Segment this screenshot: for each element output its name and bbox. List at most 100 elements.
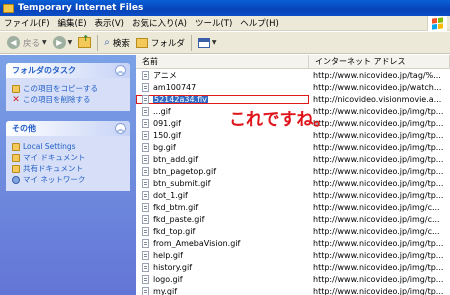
file-name-cell[interactable]: am100747 (136, 82, 309, 92)
network-icon (12, 175, 20, 184)
file-row[interactable]: 52142a34.flv http://nicovideo.visionmovie… (136, 93, 450, 105)
file-row[interactable]: btn_pagetop.gif http://www.nicovideo.jp/i… (136, 165, 450, 177)
file-name-cell[interactable]: fkd_top.gif (136, 226, 309, 236)
delete-icon: ✕ (12, 94, 20, 105)
file-name: help.gif (153, 250, 183, 260)
file-row[interactable]: 150.gif http://www.nicovideo.jp/img/tp... (136, 129, 450, 141)
menu-tools[interactable]: ツール(T) (191, 17, 236, 29)
file-name-cell[interactable]: logo.gif (136, 274, 309, 284)
folder-tasks-panel: フォルダのタスク ︽ この項目をコピーする ✕ この項目を削除する (6, 63, 130, 111)
file-name-cell[interactable]: fkd_paste.gif (136, 214, 309, 224)
file-row[interactable]: fkd_btm.gif http://www.nicovideo.jp/img/c… (136, 201, 450, 213)
file-address: http://www.nicovideo.jp/img/tp... (313, 190, 444, 200)
place-label: マイ ネットワーク (23, 175, 86, 184)
file-name-cell[interactable]: 150.gif (136, 130, 309, 140)
menu-bar: ファイル(F) 編集(E) 表示(V) お気に入り(A) ツール(T) ヘルプ(… (0, 16, 450, 31)
toolbar: ◀ 戻る ▼ ▶ ▼ ↑ ⌕ 検索 フォルダ ▼ (0, 32, 450, 54)
file-name-cell[interactable]: bg.gif (136, 142, 309, 152)
file-address: http://www.nicovideo.jp/img/tp... (313, 274, 444, 284)
file-name: logo.gif (153, 274, 183, 284)
file-row[interactable]: アニメ http://www.nicovideo.jp/tag/%... (136, 69, 450, 81)
file-address: http://www.nicovideo.jp/img/tp... (313, 262, 444, 272)
back-button[interactable]: ◀ 戻る ▼ (4, 34, 50, 52)
file-icon (142, 154, 149, 164)
file-name: アニメ (153, 70, 177, 80)
file-address: http://www.nicovideo.jp/img/tp... (313, 154, 444, 164)
file-row[interactable]: my.gif http://www.nicovideo.jp/img/tp... (136, 285, 450, 295)
folder-icon (3, 3, 14, 13)
file-row[interactable]: btn_submit.gif http://www.nicovideo.jp/im… (136, 177, 450, 189)
file-name-cell[interactable]: history.gif (136, 262, 309, 272)
menu-file[interactable]: ファイル(F) (0, 17, 54, 29)
file-icon (142, 190, 149, 200)
delete-item-label: この項目を削除する (23, 95, 91, 104)
file-name-cell[interactable]: dot_1.gif (136, 190, 309, 200)
menu-edit[interactable]: 編集(E) (54, 17, 91, 29)
file-row[interactable]: bg.gif http://www.nicovideo.jp/img/tp... (136, 141, 450, 153)
file-row[interactable]: history.gif http://www.nicovideo.jp/img/t… (136, 261, 450, 273)
file-row[interactable]: dot_1.gif http://www.nicovideo.jp/img/tp.… (136, 189, 450, 201)
toolbar-divider (97, 34, 99, 51)
menu-help[interactable]: ヘルプ(H) (236, 17, 283, 29)
task-pane: フォルダのタスク ︽ この項目をコピーする ✕ この項目を削除する その他 ︽ … (0, 55, 136, 295)
file-name: dot_1.gif (153, 190, 188, 200)
folder-icon (12, 153, 20, 162)
file-name-cell[interactable]: from_AmebaVision.gif (136, 238, 309, 248)
place-my-documents[interactable]: マイ ドキュメント (12, 152, 124, 163)
file-name-cell[interactable]: help.gif (136, 250, 309, 260)
place-local-settings[interactable]: Local Settings (12, 141, 124, 152)
collapse-icon[interactable]: ︽ (115, 123, 126, 134)
file-address: http://www.nicovideo.jp/img/tp... (313, 166, 444, 176)
views-icon (197, 37, 210, 48)
delete-item-task[interactable]: ✕ この項目を削除する (12, 94, 124, 105)
search-button[interactable]: ⌕ 検索 (101, 34, 133, 52)
file-row[interactable]: fkd_top.gif http://www.nicovideo.jp/img/c… (136, 225, 450, 237)
file-name: 52142a34.flv (153, 94, 208, 104)
file-name: am100747 (153, 82, 197, 92)
forward-arrow-icon: ▶ (52, 36, 66, 49)
collapse-icon[interactable]: ︽ (115, 65, 126, 76)
column-address[interactable]: インターネット アドレス (309, 55, 450, 68)
file-name: fkd_paste.gif (153, 214, 205, 224)
menu-favorites[interactable]: お気に入り(A) (128, 17, 191, 29)
folders-button[interactable]: フォルダ (133, 34, 188, 52)
file-icon (142, 202, 149, 212)
copy-item-task[interactable]: この項目をコピーする (12, 83, 124, 94)
other-places-header[interactable]: その他 ︽ (6, 121, 130, 136)
folder-tasks-header[interactable]: フォルダのタスク ︽ (6, 63, 130, 78)
file-row[interactable]: fkd_paste.gif http://www.nicovideo.jp/img… (136, 213, 450, 225)
file-name-cell[interactable]: btn_submit.gif (136, 178, 309, 188)
folders-label: フォルダ (150, 38, 185, 49)
place-my-network[interactable]: マイ ネットワーク (12, 174, 124, 185)
file-name: bg.gif (153, 142, 176, 152)
column-name[interactable]: 名前 (136, 55, 309, 68)
file-name-cell[interactable]: btn_add.gif (136, 154, 309, 164)
search-icon: ⌕ (104, 37, 110, 48)
file-icon (142, 238, 149, 248)
menu-view[interactable]: 表示(V) (91, 17, 128, 29)
file-name-cell[interactable]: my.gif (136, 286, 309, 295)
up-folder-button[interactable]: ↑ (75, 34, 94, 52)
chevron-down-icon: ▼ (67, 39, 73, 46)
file-name-cell[interactable]: btn_pagetop.gif (136, 166, 309, 176)
file-address: http://www.nicovideo.jp/watch... (313, 82, 442, 92)
file-icon (142, 106, 149, 116)
file-name-cell[interactable]: アニメ (136, 70, 309, 81)
file-icon (142, 118, 149, 128)
copy-item-label: この項目をコピーする (23, 84, 98, 93)
file-name-cell[interactable]: 52142a34.flv (136, 94, 309, 104)
other-places-title: その他 (12, 124, 36, 133)
file-icon (142, 166, 149, 176)
place-shared-documents[interactable]: 共有ドキュメント (12, 163, 124, 174)
file-row[interactable]: logo.gif http://www.nicovideo.jp/img/tp..… (136, 273, 450, 285)
file-row[interactable]: help.gif http://www.nicovideo.jp/img/tp..… (136, 249, 450, 261)
file-icon (142, 262, 149, 272)
forward-button[interactable]: ▶ ▼ (50, 34, 76, 52)
file-row[interactable]: am100747 http://www.nicovideo.jp/watch... (136, 81, 450, 93)
file-address: http://www.nicovideo.jp/img/c... (313, 214, 440, 224)
file-row[interactable]: from_AmebaVision.gif http://www.nicovideo… (136, 237, 450, 249)
file-address: http://www.nicovideo.jp/img/tp... (313, 130, 444, 140)
file-name-cell[interactable]: fkd_btm.gif (136, 202, 309, 212)
views-button[interactable]: ▼ (195, 34, 220, 52)
file-row[interactable]: btn_add.gif http://www.nicovideo.jp/img/t… (136, 153, 450, 165)
